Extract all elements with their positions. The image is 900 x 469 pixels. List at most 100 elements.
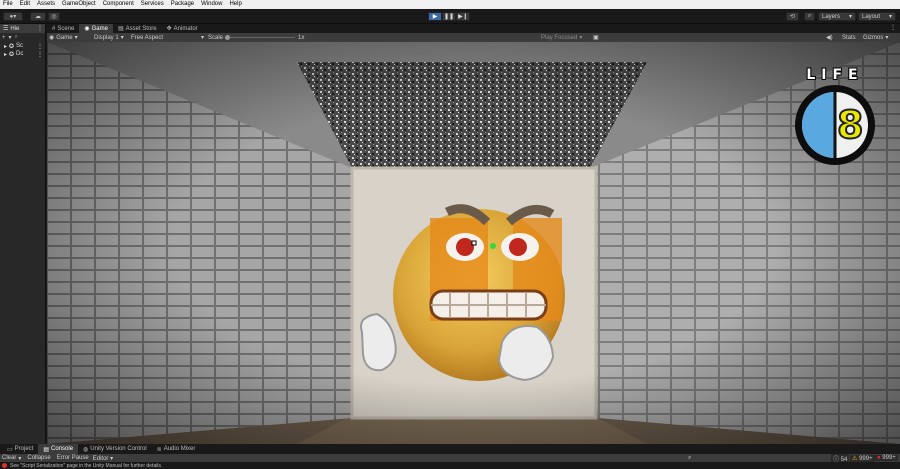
gizmos-dropdown[interactable]: Gizmos ▾ [863,33,888,42]
history-button[interactable]: ⟲ [786,12,799,21]
game-view[interactable]: LIFE 8 [47,42,900,444]
game-view-toolbar: ◉ Game ▾ Display 1 ▾ Free Aspect ▾ Scale… [47,33,900,42]
folder-icon: ▭ [7,446,13,453]
cloud-icon: ☁ [35,14,41,20]
gizmos-label: Gizmos [863,34,884,41]
add-icon[interactable]: + [2,35,6,41]
play-button[interactable]: ▶ [428,12,442,21]
menu-edit[interactable]: Edit [20,0,30,9]
menu-services[interactable]: Services [141,0,164,9]
clear-button[interactable]: Clear [2,455,16,461]
stats-button[interactable]: Stats [842,33,856,42]
hierarchy-tab[interactable]: ☰ Hie ⋮ [0,24,45,33]
mute-audio-button[interactable]: ◀) [826,33,833,42]
version-control-icon: ◍ [83,446,89,453]
hierarchy-item[interactable]: ▸ ✪ Dc ⋮ [0,50,45,58]
scale-control: Scale [208,33,296,42]
search-icon: ⌕ [807,13,812,19]
more-icon[interactable]: ⋮ [37,43,43,50]
hierarchy-item-label: Sc [16,43,24,49]
menu-gameobject[interactable]: GameObject [62,0,96,9]
layers-dropdown[interactable]: Layers ▾ [818,12,856,21]
chevron-down-icon: ▾ [200,35,204,41]
collapse-button[interactable]: Collapse [27,455,50,461]
scale-slider[interactable] [225,35,296,40]
aspect-label: Free Aspect [131,34,164,41]
pause-button[interactable]: ❚❚ [442,12,456,21]
tab-label: Unity Version Control [90,446,147,452]
hierarchy-item[interactable]: ▸ ✪ Sc ⋮ [0,42,45,50]
life-hud: LIFE 8 [789,67,881,167]
asset-store-icon: ▤ [117,26,124,32]
status-message[interactable]: See "Script Serialization" page in the U… [10,463,162,469]
error-count-label: 999+ [882,455,896,461]
view-type-label: Game [56,34,73,41]
error-icon: ● [877,455,881,461]
game-icon: ◉ [84,26,90,32]
search-icon[interactable]: ⌕ [15,34,18,41]
account-button[interactable]: ●▾ [3,12,23,21]
chevron-down-icon: ▾ [120,35,124,41]
history-icon: ⟲ [789,14,796,20]
menu-file[interactable]: File [3,0,13,9]
pause-icon: ❚❚ [443,14,455,20]
account-icon: ●▾ [9,14,17,20]
scale-value-label: 1x [298,34,305,41]
tab-label: Asset Store [125,25,157,32]
life-gauge: 8 [795,85,875,165]
menu-assets[interactable]: Assets [37,0,55,9]
frame-debugger-icon: ▣ [593,35,599,41]
tab-audio-mixer[interactable]: ≋ Audio Mixer [152,444,201,454]
play-mode-dropdown[interactable]: Play Focused ▾ [541,33,582,42]
tab-game[interactable]: ◉ Game [79,24,113,33]
play-mode-label: Play Focused [541,34,578,41]
warning-count[interactable]: ⚠ 999+ [850,454,875,462]
tab-console[interactable]: ▤ Console [38,444,79,454]
display-dropdown[interactable]: Display 1 ▾ [94,33,124,42]
search-icon[interactable]: ⌕ [688,455,691,462]
tab-asset-store[interactable]: ▤ Asset Store [113,24,162,33]
display-label: Display 1 [94,34,119,41]
tab-animator[interactable]: ✥ Animator [162,24,203,33]
expand-arrow-icon[interactable]: ▸ [4,51,7,58]
more-icon[interactable]: ⋮ [890,24,896,33]
menu-help[interactable]: Help [229,0,241,9]
lock-icon[interactable]: ⋮ [37,25,43,32]
chevron-down-icon: ▾ [888,14,892,20]
menu-package[interactable]: Package [171,0,194,9]
collab-button[interactable]: ◎ [48,12,60,21]
aspect-dropdown[interactable]: Free Aspect ▾ [131,33,204,42]
tab-unity-version-control[interactable]: ◍ Unity Version Control [78,444,152,454]
frame-debugger-button[interactable]: ▣ [593,33,599,42]
menu-window[interactable]: Window [201,0,222,9]
editor-dropdown[interactable]: Editor ▾ [93,455,113,462]
more-icon[interactable]: ⋮ [37,51,43,58]
chevron-down-icon[interactable]: ▾ [9,34,12,41]
hierarchy-icon: ☰ [3,26,9,32]
error-pause-button[interactable]: Error Pause [57,455,89,461]
game-scene [47,42,900,444]
scale-value: 1x [298,33,304,42]
warning-icon: ⚠ [852,455,858,462]
layout-dropdown[interactable]: Layout ▾ [858,12,896,21]
chevron-down-icon[interactable]: ▾ [18,455,21,462]
menu-component[interactable]: Component [103,0,134,9]
tab-project[interactable]: ▭ Project [2,444,38,454]
step-icon: ▶❙ [458,14,468,20]
cloud-button[interactable]: ☁ [30,12,46,21]
animator-icon: ✥ [166,26,172,32]
expand-arrow-icon[interactable]: ▸ [4,43,7,50]
scale-slider-handle[interactable] [225,35,231,40]
hierarchy-toolbar: + ▾ ⌕ [0,33,45,42]
hierarchy-item-label: Dc [16,51,24,57]
chevron-down-icon: ▾ [885,35,889,41]
error-count[interactable]: ● 999+ [875,455,898,461]
search-button[interactable]: ⌕ [804,12,815,21]
tab-label: Console [51,446,74,452]
tab-scene[interactable]: # Scene [47,24,79,33]
main-toolbar: ●▾ ☁ ◎ ▶ ❚❚ ▶❙ ⟲ ⌕ Layers ▾ Layout ▾ [0,9,900,24]
step-button[interactable]: ▶❙ [456,12,470,21]
warning-count-label: 999+ [859,455,873,462]
view-type-dropdown[interactable]: ◉ Game ▾ [49,33,78,42]
play-controls: ▶ ❚❚ ▶❙ [428,12,472,21]
